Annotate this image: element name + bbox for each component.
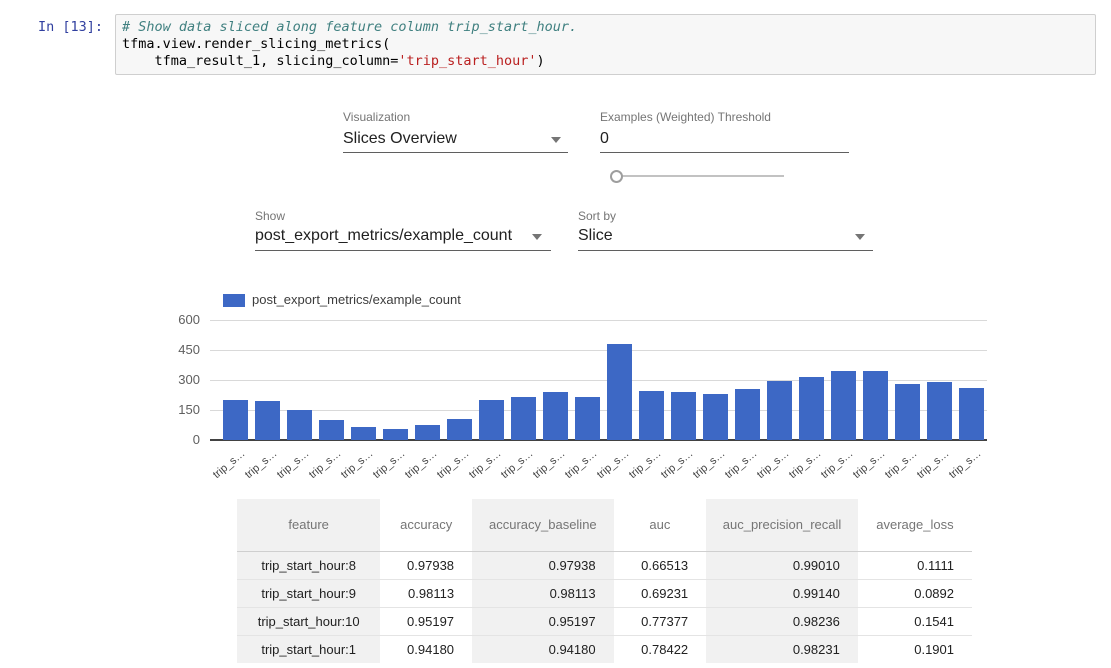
metric-cell: 0.94180 bbox=[472, 635, 614, 663]
metric-cell: 0.77377 bbox=[614, 607, 707, 635]
table-row: trip_start_hour:100.951970.951970.773770… bbox=[237, 607, 972, 635]
y-axis-tick-label: 600 bbox=[150, 312, 200, 327]
metric-cell: 0.66513 bbox=[614, 551, 707, 579]
column-header-feature: feature bbox=[237, 499, 380, 551]
cell-prompt: In [13]: bbox=[38, 19, 103, 35]
sort-underline bbox=[578, 250, 873, 251]
visualization-select[interactable]: Slices Overview bbox=[343, 130, 457, 148]
table-row: trip_start_hour:90.981130.981130.692310.… bbox=[237, 579, 972, 607]
bar-4[interactable] bbox=[351, 427, 376, 440]
bar-13[interactable] bbox=[639, 391, 664, 440]
code-line3-close: ) bbox=[537, 53, 545, 69]
bar-12[interactable] bbox=[607, 344, 632, 440]
sort-by-label: Sort by bbox=[578, 209, 616, 223]
metric-cell: 0.98236 bbox=[706, 607, 858, 635]
notebook-output-area: In [13]: # Show data sliced along featur… bbox=[0, 0, 1111, 668]
bar-20[interactable] bbox=[863, 371, 888, 440]
bar-18[interactable] bbox=[799, 377, 824, 440]
show-metric-select[interactable]: post_export_metrics/example_count bbox=[255, 227, 512, 245]
bar-10[interactable] bbox=[543, 392, 568, 440]
bar-11[interactable] bbox=[575, 397, 600, 440]
chart-gridline bbox=[210, 320, 987, 321]
feature-cell: trip_start_hour:9 bbox=[237, 579, 380, 607]
column-header-auc: auc bbox=[614, 499, 707, 551]
bar-0[interactable] bbox=[223, 400, 248, 440]
metric-cell: 0.97938 bbox=[472, 551, 614, 579]
bar-23[interactable] bbox=[959, 388, 984, 440]
bar-16[interactable] bbox=[735, 389, 760, 440]
metrics-table: featureaccuracyaccuracy_baselineaucauc_p… bbox=[237, 499, 972, 663]
metric-cell: 0.99140 bbox=[706, 579, 858, 607]
metric-cell: 0.1541 bbox=[858, 607, 972, 635]
visualization-label: Visualization bbox=[343, 110, 410, 124]
feature-cell: trip_start_hour:10 bbox=[237, 607, 380, 635]
bar-19[interactable] bbox=[831, 371, 856, 440]
metric-cell: 0.0892 bbox=[858, 579, 972, 607]
threshold-input[interactable]: 0 bbox=[600, 130, 609, 148]
legend-label: post_export_metrics/example_count bbox=[252, 292, 461, 307]
show-label: Show bbox=[255, 209, 285, 223]
code-cell-editor[interactable]: # Show data sliced along feature column … bbox=[115, 14, 1096, 75]
bar-9[interactable] bbox=[511, 397, 536, 440]
y-axis-tick-label: 450 bbox=[150, 342, 200, 357]
chevron-down-icon[interactable] bbox=[551, 137, 561, 143]
show-underline bbox=[255, 250, 551, 251]
metric-cell: 0.1111 bbox=[858, 551, 972, 579]
metrics-table-container: featureaccuracyaccuracy_baselineaucauc_p… bbox=[237, 499, 972, 668]
metric-cell: 0.69231 bbox=[614, 579, 707, 607]
threshold-slider-handle[interactable] bbox=[610, 170, 623, 183]
y-axis-tick-label: 150 bbox=[150, 402, 200, 417]
threshold-underline bbox=[600, 152, 849, 153]
column-header-auc_precision_recall: auc_precision_recall bbox=[706, 499, 858, 551]
y-axis-tick-label: 0 bbox=[150, 432, 200, 447]
y-axis-tick-label: 300 bbox=[150, 372, 200, 387]
chart-gridline bbox=[210, 350, 987, 351]
legend-swatch bbox=[223, 294, 245, 307]
chevron-down-icon[interactable] bbox=[855, 234, 865, 240]
metric-cell: 0.98113 bbox=[472, 579, 614, 607]
feature-cell: trip_start_hour:1 bbox=[237, 635, 380, 663]
chevron-down-icon[interactable] bbox=[532, 234, 542, 240]
column-header-accuracy: accuracy bbox=[380, 499, 472, 551]
threshold-slider-track[interactable] bbox=[617, 175, 784, 177]
metric-cell: 0.78422 bbox=[614, 635, 707, 663]
bar-7[interactable] bbox=[447, 419, 472, 440]
bar-2[interactable] bbox=[287, 410, 312, 440]
visualization-underline bbox=[343, 152, 568, 153]
threshold-label: Examples (Weighted) Threshold bbox=[600, 110, 771, 124]
code-line3-pre: tfma_result_1, slicing_column= bbox=[122, 53, 398, 69]
column-header-accuracy_baseline: accuracy_baseline bbox=[472, 499, 614, 551]
bar-14[interactable] bbox=[671, 392, 696, 440]
code-comment: # Show data sliced along feature column … bbox=[122, 19, 577, 35]
column-header-average_loss: average_loss bbox=[858, 499, 972, 551]
metric-cell: 0.95197 bbox=[380, 607, 472, 635]
table-row: trip_start_hour:10.941800.941800.784220.… bbox=[237, 635, 972, 663]
slices-bar-chart: post_export_metrics/example_count 600 450… bbox=[0, 286, 1111, 486]
bar-15[interactable] bbox=[703, 394, 728, 440]
metric-cell: 0.98231 bbox=[706, 635, 858, 663]
code-string-literal: 'trip_start_hour' bbox=[398, 53, 536, 69]
feature-cell: trip_start_hour:8 bbox=[237, 551, 380, 579]
bar-17[interactable] bbox=[767, 381, 792, 440]
bar-22[interactable] bbox=[927, 382, 952, 440]
code-line2: tfma.view.render_slicing_metrics( bbox=[122, 36, 390, 52]
table-row: trip_start_hour:80.979380.979380.665130.… bbox=[237, 551, 972, 579]
bar-3[interactable] bbox=[319, 420, 344, 440]
bar-1[interactable] bbox=[255, 401, 280, 440]
bar-6[interactable] bbox=[415, 425, 440, 440]
bar-21[interactable] bbox=[895, 384, 920, 440]
metric-cell: 0.98113 bbox=[380, 579, 472, 607]
sort-by-select[interactable]: Slice bbox=[578, 227, 613, 245]
metric-cell: 0.97938 bbox=[380, 551, 472, 579]
metric-cell: 0.1901 bbox=[858, 635, 972, 663]
table-header-row: featureaccuracyaccuracy_baselineaucauc_p… bbox=[237, 499, 972, 551]
metric-cell: 0.95197 bbox=[472, 607, 614, 635]
bar-5[interactable] bbox=[383, 429, 408, 440]
bar-8[interactable] bbox=[479, 400, 504, 440]
metric-cell: 0.94180 bbox=[380, 635, 472, 663]
metric-cell: 0.99010 bbox=[706, 551, 858, 579]
